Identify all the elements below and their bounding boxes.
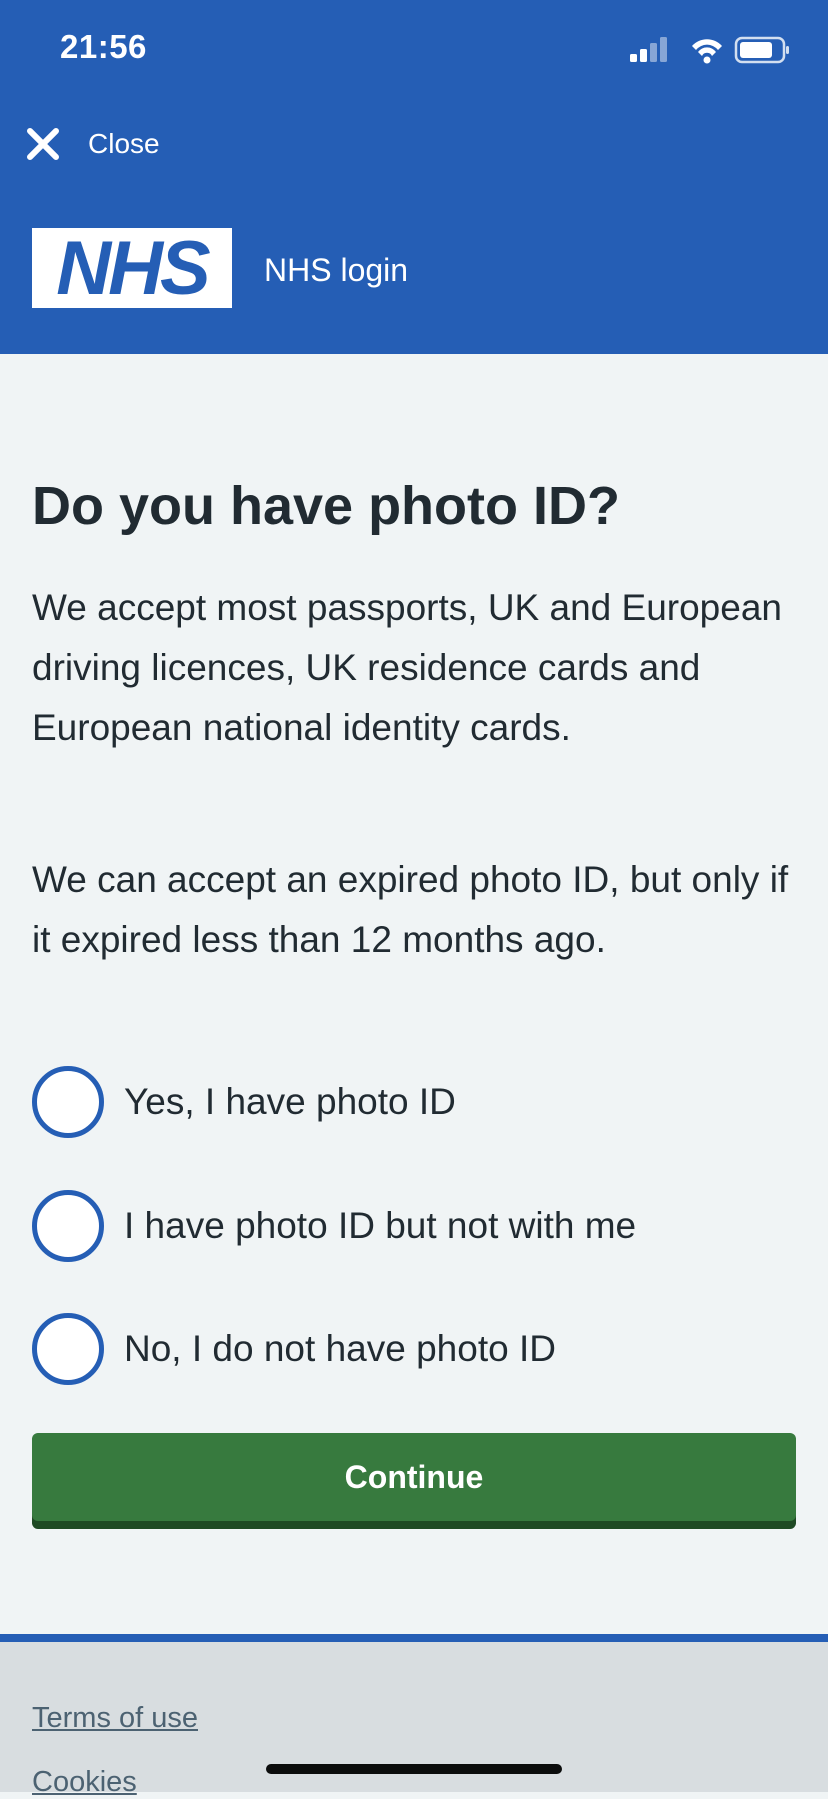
home-indicator xyxy=(266,1764,562,1774)
service-name: NHS login xyxy=(264,252,409,288)
status-icons xyxy=(630,36,789,64)
radio-button[interactable] xyxy=(32,1313,104,1385)
close-button[interactable]: Close xyxy=(24,122,160,166)
expiry-paragraph: We can accept an expired photo ID, but o… xyxy=(32,859,789,960)
terms-of-use-link[interactable]: Terms of use xyxy=(32,1702,198,1735)
radio-button[interactable] xyxy=(32,1066,104,1138)
svg-text:NHS: NHS xyxy=(56,228,210,308)
battery-icon xyxy=(734,36,789,64)
status-time: 21:56 xyxy=(60,28,147,65)
radio-option-no[interactable]: No, I do not have photo ID xyxy=(32,1309,796,1389)
wifi-icon xyxy=(692,39,722,64)
radio-option-not-with-me[interactable]: I have photo ID but not with me xyxy=(32,1186,796,1266)
radio-button[interactable] xyxy=(32,1190,104,1262)
radio-label: Yes, I have photo ID xyxy=(124,1081,456,1122)
app-header: 21:56 Close NHS NHS login xyxy=(0,0,828,354)
nhs-logo: NHS xyxy=(32,228,232,308)
page-title: Do you have photo ID? xyxy=(32,476,620,536)
close-label: Close xyxy=(88,128,160,159)
cookies-link[interactable]: Cookies xyxy=(32,1766,137,1799)
radio-label: No, I do not have photo ID xyxy=(124,1328,556,1369)
close-icon xyxy=(27,128,59,160)
radio-option-yes[interactable]: Yes, I have photo ID xyxy=(32,1062,796,1142)
radio-label: I have photo ID but not with me xyxy=(124,1205,637,1246)
cellular-signal-icon xyxy=(630,37,667,62)
intro-paragraph: We accept most passports, UK and Europea… xyxy=(32,587,782,748)
continue-button[interactable]: Continue xyxy=(32,1433,796,1521)
